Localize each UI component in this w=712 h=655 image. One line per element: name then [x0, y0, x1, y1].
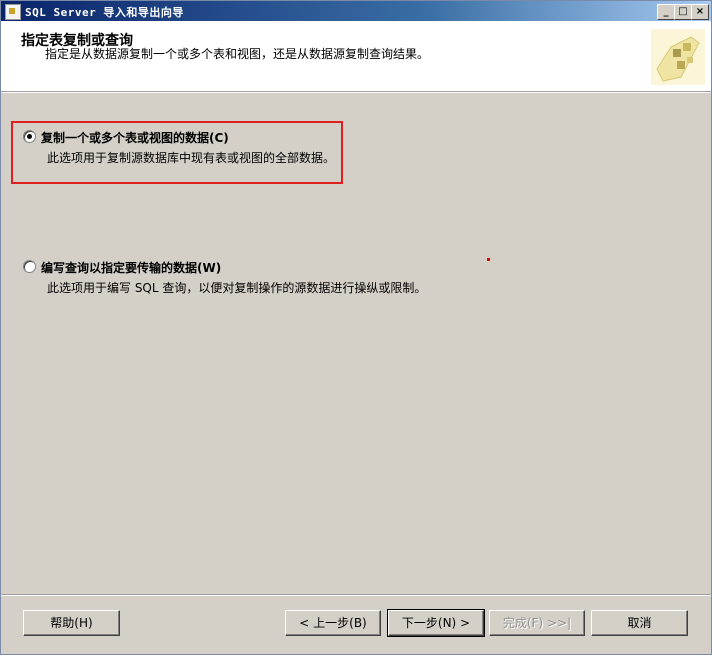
window-title: SQL Server 导入和导出向导 [25, 6, 184, 19]
title-bar[interactable]: SQL Server 导入和导出向导 _ □ × [1, 1, 711, 21]
radio-copy-tables[interactable] [23, 130, 36, 143]
finish-button: 完成(F) >>| [489, 610, 585, 636]
option-copy-tables-description: 此选项用于复制源数据库中现有表或视图的全部数据。 [47, 151, 336, 165]
help-button[interactable]: 帮助(H) [23, 610, 120, 636]
wizard-window: SQL Server 导入和导出向导 _ □ × 指定表复制或查询 指定是从数据… [0, 0, 712, 655]
header-separator [1, 92, 711, 93]
wizard-header: 指定表复制或查询 指定是从数据源复制一个或多个表和视图，还是从数据源复制查询结果… [1, 21, 711, 92]
option-write-query-description: 此选项用于编写 SQL 查询，以便对复制操作的源数据进行操纵或限制。 [47, 281, 427, 295]
next-button[interactable]: 下一步(N) > [387, 609, 485, 637]
option-copy-tables-label[interactable]: 复制一个或多个表或视图的数据(C) [41, 129, 229, 146]
page-subtitle: 指定是从数据源复制一个或多个表和视图，还是从数据源复制查询结果。 [45, 47, 430, 61]
button-separator [1, 594, 711, 596]
back-button[interactable]: < 上一步(B) [285, 610, 381, 636]
option-write-query-label[interactable]: 编写查询以指定要传输的数据(W) [41, 259, 221, 276]
app-icon [5, 4, 21, 20]
maximize-button[interactable]: □ [674, 4, 692, 20]
wizard-logo-icon [651, 29, 705, 85]
cancel-button[interactable]: 取消 [591, 610, 688, 636]
radio-write-query[interactable] [23, 260, 36, 273]
red-marker [487, 258, 490, 261]
minimize-button[interactable]: _ [657, 4, 675, 20]
close-button[interactable]: × [691, 4, 709, 20]
